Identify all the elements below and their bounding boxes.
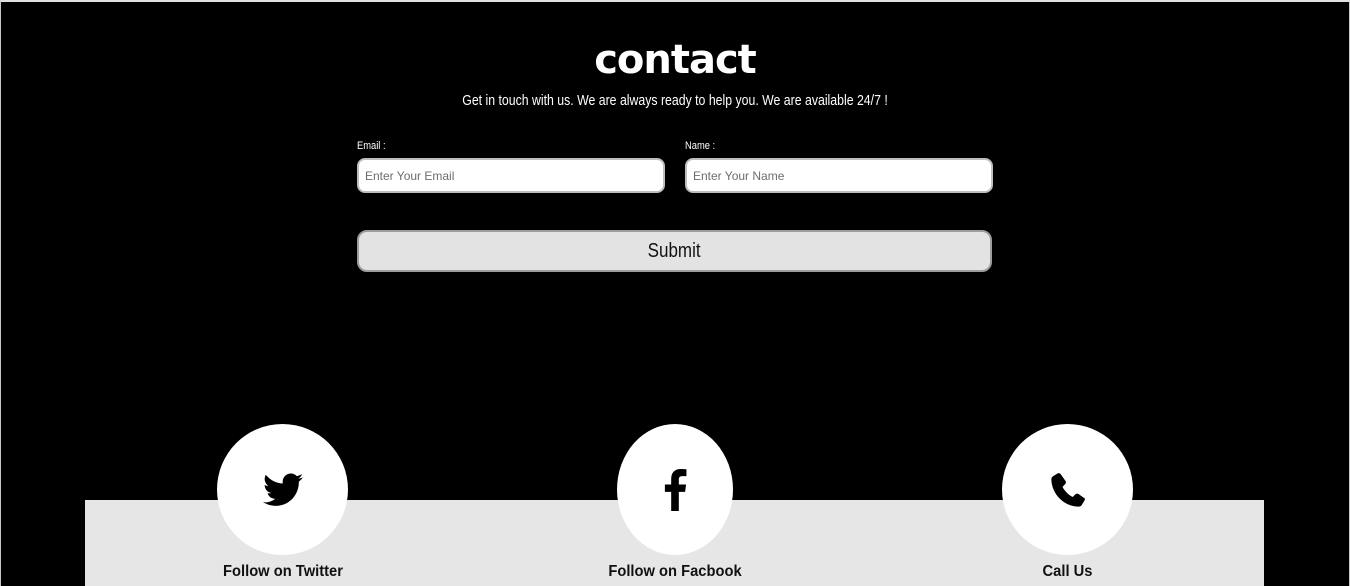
email-label: Email : [357, 140, 386, 152]
name-field[interactable] [685, 158, 993, 193]
social-label-facebook: Follow on Facbook [608, 563, 742, 580]
page-title: contact [594, 37, 757, 83]
name-label: Name : [685, 140, 716, 152]
submit-button-label: Submit [648, 239, 701, 262]
social-label-call: Call Us [1042, 563, 1093, 580]
phone-icon [1050, 472, 1085, 507]
phone-link[interactable] [1002, 424, 1133, 555]
contact-subtitle: Get in touch with us. We are always read… [462, 92, 888, 109]
twitter-link[interactable] [217, 424, 348, 555]
email-field[interactable] [357, 158, 665, 193]
submit-button[interactable]: Submit [357, 230, 992, 272]
contact-section: contact Get in touch with us. We are alw… [0, 0, 1350, 586]
facebook-icon [664, 468, 687, 511]
twitter-icon [262, 473, 303, 506]
social-label-twitter: Follow on Twitter [223, 563, 343, 580]
facebook-link[interactable] [617, 424, 733, 555]
